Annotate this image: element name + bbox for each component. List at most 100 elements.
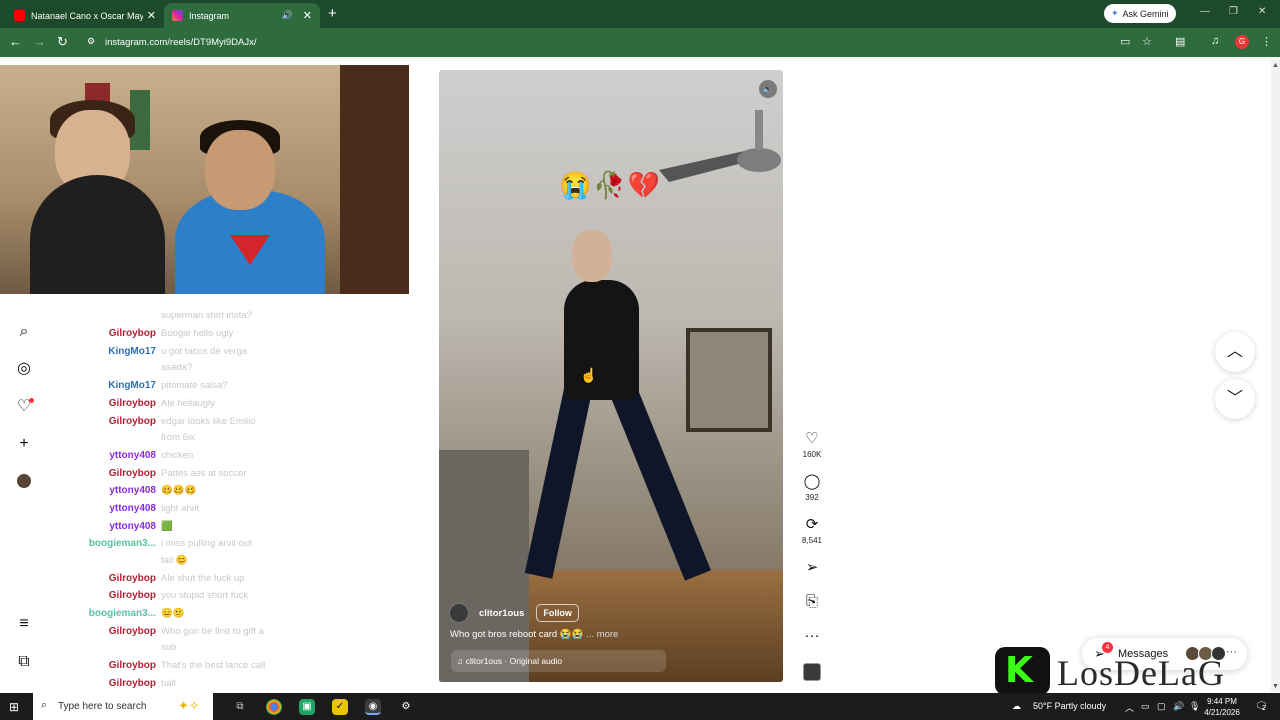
comment-icon: ◯ — [803, 473, 821, 490]
chat-username[interactable]: Gilroybop — [60, 416, 156, 427]
speaker-icon[interactable]: 🔈 — [759, 80, 777, 98]
chat-username[interactable]: yttony408 — [60, 521, 156, 532]
tray-chevron-icon[interactable]: ︿ — [1125, 701, 1134, 714]
date: 4/21/2026 — [1204, 708, 1240, 717]
install-app-icon[interactable]: ▭ — [1120, 35, 1130, 48]
save-button[interactable]: ⎘ — [796, 593, 828, 611]
omnibox[interactable]: ⚙ instagram.com/reels/DT9Myi9DAJx/ — [80, 32, 1100, 53]
microphone-icon[interactable]: 🎙 — [1189, 701, 1200, 712]
more-icon: ··· — [1226, 646, 1237, 658]
close-window-button[interactable]: ✕ — [1258, 6, 1266, 17]
volume-icon[interactable]: 🔊 — [1173, 701, 1184, 712]
chat-username[interactable]: yttony408 — [60, 450, 156, 461]
chat-username[interactable]: Gilroybop — [60, 328, 156, 339]
reel-video[interactable]: 😭🥀💔 🔈 clitor1ous Follow Who got bros reb… — [439, 70, 783, 682]
also-from-meta-icon[interactable]: ⧉ — [14, 652, 34, 672]
scroll-down-arrow[interactable]: ▼ — [1272, 683, 1279, 690]
caption-more-link[interactable]: ... more — [586, 629, 618, 640]
tab-instagram[interactable]: Instagram 🔊 ✕ — [164, 3, 320, 28]
task-view-icon[interactable]: ⧉ — [232, 699, 248, 715]
chat-username[interactable]: KingMo17 — [60, 346, 156, 357]
app-icon[interactable]: ✓ — [332, 699, 348, 715]
clock[interactable]: 9:44 PM 4/21/2026 — [1200, 696, 1244, 718]
dancer-head — [572, 230, 612, 282]
profile-avatar[interactable] — [17, 474, 31, 488]
chrome-active-icon[interactable]: ◉ — [365, 699, 381, 715]
more-menu-icon[interactable]: ≡ — [14, 614, 34, 634]
search-icon[interactable]: ⌕ — [14, 322, 34, 342]
reel-author: clitor1ous Follow — [449, 603, 579, 623]
chat-username[interactable]: Gilroybop — [60, 678, 156, 689]
reel-emoji-overlay: 😭🥀💔 — [559, 170, 663, 200]
close-icon[interactable]: ✕ — [303, 9, 312, 22]
ask-gemini-button[interactable]: ✦ Ask Gemini — [1104, 4, 1176, 23]
chat-username[interactable]: yttony408 — [60, 485, 156, 496]
chat-text: you stupid short fuck — [161, 590, 249, 601]
network-icon[interactable]: ▭ — [1141, 701, 1150, 712]
author-username[interactable]: clitor1ous — [479, 608, 524, 619]
chat-username[interactable]: boogieman3... — [60, 538, 156, 549]
chat-text: Who gon be first to gift a — [161, 626, 264, 637]
repost-icon: ⟳ — [805, 516, 819, 533]
menu-icon[interactable]: ⋮ — [1261, 35, 1272, 48]
audio-thumbnail[interactable] — [803, 663, 821, 681]
close-icon[interactable]: ✕ — [147, 9, 156, 22]
chat-username[interactable]: Gilroybop — [60, 573, 156, 584]
comment-button[interactable]: ◯ 392 — [796, 473, 828, 502]
new-tab-button[interactable]: + — [328, 5, 337, 22]
chat-text: Ale hellaugly — [161, 398, 215, 409]
taskbar-search[interactable]: ⌕ Type here to search ✦✧ — [33, 693, 213, 720]
url-text[interactable]: instagram.com/reels/DT9Myi9DAJx/ — [105, 37, 257, 48]
speaker-icon[interactable]: 🔊 — [282, 10, 293, 21]
next-reel-button[interactable]: ﹀ — [1215, 379, 1255, 419]
chat-text: 🟩 — [161, 521, 173, 532]
weather-text[interactable]: 50°F Partly cloudy — [1033, 701, 1106, 711]
create-plus-icon[interactable]: + — [14, 434, 34, 454]
page-scrollbar[interactable]: ▲ ▼ — [1271, 60, 1280, 692]
restore-button[interactable]: ❐ — [1229, 6, 1238, 17]
share-button[interactable]: ➢ — [796, 559, 828, 577]
search-highlight-icon: ✦✧ — [178, 698, 200, 713]
more-button[interactable]: ··· — [796, 627, 828, 645]
dancer-leg — [524, 387, 592, 579]
sidepanel-icon[interactable]: ▤ — [1175, 35, 1185, 48]
explore-icon[interactable]: ◎ — [14, 359, 34, 379]
author-avatar[interactable] — [449, 603, 469, 623]
settings-gear-icon[interactable]: ⚙ — [398, 699, 414, 715]
notification-count: 2 — [1262, 705, 1266, 712]
follow-button[interactable]: Follow — [536, 604, 579, 622]
audio-link[interactable]: ♫ clitor1ous · Original audio — [451, 650, 666, 672]
chat-text: Ale shut the fuck up — [161, 573, 245, 584]
chat-username[interactable]: yttony408 — [60, 503, 156, 514]
bookmark-star-icon[interactable]: ☆ — [1142, 35, 1152, 48]
profile-avatar[interactable]: G — [1235, 35, 1249, 49]
display-icon[interactable]: ▢ — [1157, 701, 1166, 712]
audio-label: clitor1ous · Original audio — [465, 656, 563, 666]
scroll-up-arrow[interactable]: ▲ — [1272, 62, 1279, 69]
tab-youtube[interactable]: Natanael Cano x Oscar Maydon ✕ — [6, 3, 164, 28]
chat-username[interactable]: KingMo17 — [60, 380, 156, 391]
notifications-heart-icon[interactable]: ♡ — [14, 397, 34, 417]
app-icon[interactable]: ▣ — [299, 699, 315, 715]
chat-text: Pattes ass at soccer — [161, 468, 247, 479]
media-controls-icon[interactable]: ♫ — [1211, 35, 1219, 47]
back-button[interactable]: ← — [9, 34, 22, 49]
chat-username[interactable]: Gilroybop — [60, 590, 156, 601]
minimize-button[interactable]: — — [1200, 6, 1210, 17]
repost-button[interactable]: ⟳ 8,541 — [796, 516, 828, 545]
previous-reel-button[interactable]: ︿ — [1215, 332, 1255, 372]
ceiling-fan — [659, 110, 781, 182]
chat-username[interactable]: boogieman3... — [60, 608, 156, 619]
chrome-icon[interactable] — [266, 699, 282, 715]
site-info-icon[interactable]: ⚙ — [87, 36, 95, 47]
chat-username[interactable]: Gilroybop — [60, 468, 156, 479]
chat-username[interactable]: Gilroybop — [60, 660, 156, 671]
windows-start-icon[interactable]: ⊞ — [9, 700, 19, 714]
chat-username[interactable]: Gilroybop — [60, 398, 156, 409]
like-icon: ♡ — [805, 430, 819, 447]
ask-gemini-label: Ask Gemini — [1122, 8, 1169, 19]
like-button[interactable]: ♡ 160K — [796, 430, 828, 459]
forward-button[interactable]: → — [33, 34, 46, 49]
reload-button[interactable]: ↻ — [57, 34, 68, 50]
chat-username[interactable]: Gilroybop — [60, 626, 156, 637]
